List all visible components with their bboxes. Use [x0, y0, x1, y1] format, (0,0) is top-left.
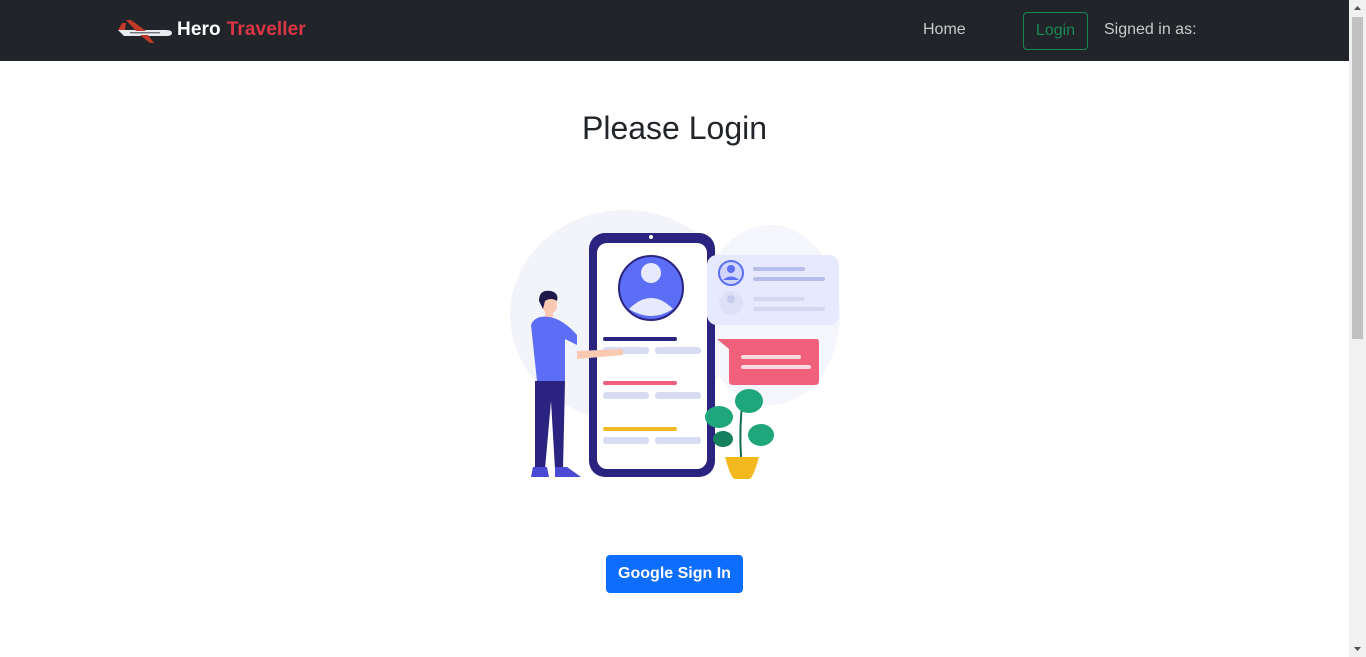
brand-name-hero: Hero [177, 19, 221, 40]
scrollbar-thumb[interactable] [1352, 17, 1363, 339]
google-sign-in-button[interactable]: Google Sign In [606, 555, 743, 593]
scroll-up-arrow-icon[interactable] [1349, 0, 1366, 17]
login-button[interactable]: Login [1023, 12, 1088, 50]
nav-home-link[interactable]: Home [923, 21, 966, 39]
page-title: Please Login [581, 110, 768, 146]
airplane-icon [118, 20, 172, 43]
top-navbar: Hero Traveller Home Login Signed in as: [0, 0, 1349, 61]
signed-in-label: Signed in as: [1104, 21, 1197, 38]
scroll-down-arrow-icon[interactable] [1349, 640, 1366, 657]
vertical-scrollbar[interactable] [1349, 0, 1366, 657]
brand-link[interactable]: Hero Traveller [116, 14, 306, 46]
brand-name-traveller: Traveller [226, 19, 306, 40]
login-illustration [510, 210, 840, 479]
